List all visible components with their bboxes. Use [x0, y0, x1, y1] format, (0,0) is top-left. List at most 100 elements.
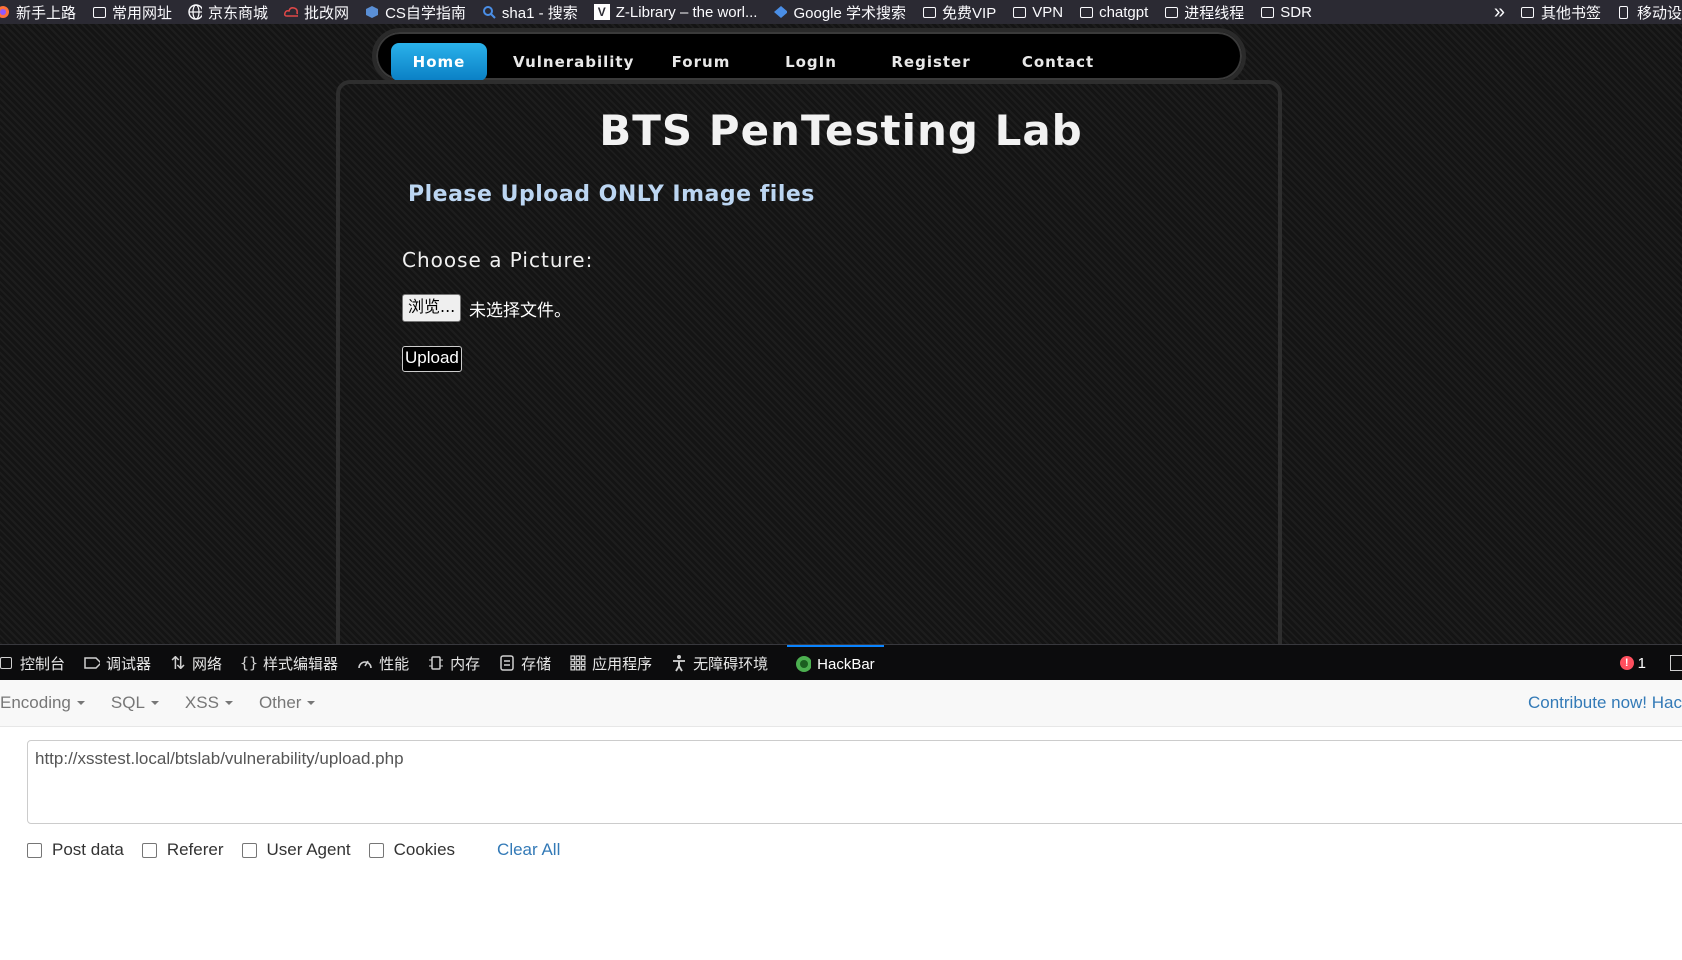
cloud-icon: [284, 5, 299, 19]
folder-icon: [1164, 5, 1178, 19]
nav-login[interactable]: LogIn: [771, 43, 851, 81]
nav-contact[interactable]: Contact: [1008, 43, 1108, 81]
page-title: BTS PenTesting Lab: [599, 106, 1083, 155]
nav-home[interactable]: Home: [391, 43, 487, 81]
cookies-option[interactable]: Cookies: [368, 840, 455, 860]
tab-network[interactable]: ⇅ 网络: [170, 645, 231, 681]
bookmark-folder[interactable]: VPN: [1012, 4, 1063, 21]
tab-label: 性能: [379, 655, 410, 673]
mobile-bookmarks-folder[interactable]: 移动设: [1617, 2, 1682, 23]
tab-label: 内存: [450, 655, 481, 673]
zlibrary-icon: V: [593, 4, 610, 20]
network-icon: ⇅: [170, 652, 186, 673]
menu-xss[interactable]: XSS: [185, 693, 233, 713]
post-data-checkbox[interactable]: [27, 842, 42, 858]
option-label: Post data: [52, 840, 124, 859]
caret-down-icon: [307, 701, 316, 705]
folder-icon: [922, 5, 936, 19]
tab-label: 样式编辑器: [263, 655, 339, 673]
nav-vulnerability[interactable]: Vulnerability: [513, 43, 633, 81]
folder-icon: [1012, 5, 1026, 19]
cookies-checkbox[interactable]: [368, 842, 384, 858]
tab-style-editor[interactable]: {} 样式编辑器: [240, 645, 347, 681]
bookmark-label: 进程线程: [1184, 4, 1245, 22]
caret-down-icon: [150, 701, 159, 705]
bookmark-item[interactable]: 新手上路: [0, 2, 76, 23]
bookmark-item[interactable]: V Z-Library – the worl...: [593, 3, 758, 21]
bookmark-folder[interactable]: SDR: [1260, 4, 1312, 21]
url-textarea[interactable]: http://xsstest.local/btslab/vulnerabilit…: [27, 740, 1682, 824]
browse-file-button[interactable]: 浏览...: [402, 294, 462, 322]
bookmarks-overflow-chevron-icon[interactable]: »: [1494, 1, 1505, 24]
tab-memory[interactable]: 内存: [428, 645, 489, 681]
bookmark-folder[interactable]: 进程线程: [1164, 2, 1244, 23]
bookmark-item[interactable]: sha1 - 搜索: [482, 2, 578, 23]
firefox-icon: [0, 5, 10, 19]
other-bookmarks-folder[interactable]: 其他书签: [1521, 2, 1601, 23]
nav-forum[interactable]: Forum: [661, 43, 741, 81]
bookmark-item[interactable]: Google 学术搜索: [773, 2, 906, 23]
folder-icon: [1079, 5, 1093, 19]
menu-label: XSS: [184, 693, 219, 712]
user-agent-option[interactable]: User Agent: [241, 840, 351, 860]
tab-hackbar[interactable]: HackBar: [787, 645, 884, 681]
tab-label: 调试器: [106, 655, 152, 673]
bookmark-folder[interactable]: 常用网址: [92, 2, 172, 23]
referer-option[interactable]: Referer: [141, 840, 224, 860]
cube-icon: [365, 5, 379, 19]
bookmarks-toolbar: 新手上路 常用网址 京东商城 批改网 CS自学指南 sha1 - 搜索 V Z-…: [0, 0, 1682, 24]
menu-other[interactable]: Other: [259, 693, 316, 713]
tab-label: 无障碍环境: [693, 655, 769, 673]
menu-encoding[interactable]: Encoding: [0, 693, 85, 713]
bookmark-item[interactable]: 批改网: [284, 2, 349, 23]
post-data-option[interactable]: Post data: [27, 840, 124, 860]
bookmark-label: chatgpt: [1099, 3, 1149, 21]
content-panel: [336, 80, 1282, 644]
tab-application[interactable]: 应用程序: [570, 645, 661, 681]
referer-checkbox[interactable]: [141, 842, 157, 858]
storage-icon: [499, 655, 515, 671]
bookmark-label: Z-Library – the worl...: [615, 3, 758, 21]
bookmark-label: 京东商城: [208, 4, 269, 22]
tab-label: HackBar: [817, 655, 875, 673]
web-page: Home Vulnerability Forum LogIn Register …: [0, 24, 1682, 644]
tab-performance[interactable]: 性能: [357, 645, 418, 681]
bookmark-folder[interactable]: 免费VIP: [922, 2, 996, 23]
bookmark-item[interactable]: CS自学指南: [365, 2, 466, 23]
tab-label: 控制台: [20, 655, 66, 673]
bookmark-label: 批改网: [304, 4, 350, 22]
hackbar-panel: Encoding SQL XSS Other Contribute now! H…: [0, 680, 1682, 960]
clear-all-link[interactable]: Clear All: [497, 840, 560, 860]
folder-icon: [1521, 5, 1535, 19]
option-label: User Agent: [266, 840, 351, 859]
tab-console[interactable]: 控制台: [0, 645, 74, 681]
bookmark-folder[interactable]: chatgpt: [1079, 4, 1148, 21]
tab-debugger[interactable]: 调试器: [84, 645, 160, 681]
upload-button[interactable]: Upload: [402, 346, 462, 372]
tab-storage[interactable]: 存储: [499, 645, 560, 681]
bookmark-label: 免费VIP: [942, 4, 997, 22]
dock-icon[interactable]: [1670, 655, 1682, 671]
menu-label: SQL: [110, 693, 145, 712]
application-icon: [570, 655, 586, 671]
devtools-toolbar: 控制台 调试器 ⇅ 网络 {} 样式编辑器 性能 内存 存储 应用程序 无障碍环…: [0, 644, 1682, 681]
contribute-link[interactable]: Contribute now! Hac: [1528, 680, 1682, 726]
debugger-icon: [84, 655, 101, 671]
performance-icon: [357, 655, 373, 671]
bookmarks-right: » 其他书签 移动设: [1485, 0, 1682, 24]
caret-down-icon: [224, 701, 233, 705]
bookmark-label: VPN: [1032, 3, 1064, 21]
user-agent-checkbox[interactable]: [241, 842, 257, 858]
other-bookmarks-label: 其他书签: [1540, 4, 1601, 22]
menu-label: Encoding: [0, 693, 71, 712]
nav-register[interactable]: Register: [881, 43, 981, 81]
bookmark-label: 新手上路: [16, 4, 77, 22]
error-count-badge[interactable]: ! 1: [1619, 645, 1646, 681]
no-file-selected-text: 未选择文件。: [469, 301, 571, 321]
option-label: Referer: [166, 840, 224, 859]
request-options: Post data Referer User Agent Cookies Cle…: [27, 840, 560, 860]
tab-accessibility[interactable]: 无障碍环境: [671, 645, 777, 681]
menu-sql[interactable]: SQL: [111, 693, 159, 713]
bookmark-label: 常用网址: [112, 4, 173, 22]
bookmark-item[interactable]: 京东商城: [188, 2, 268, 23]
